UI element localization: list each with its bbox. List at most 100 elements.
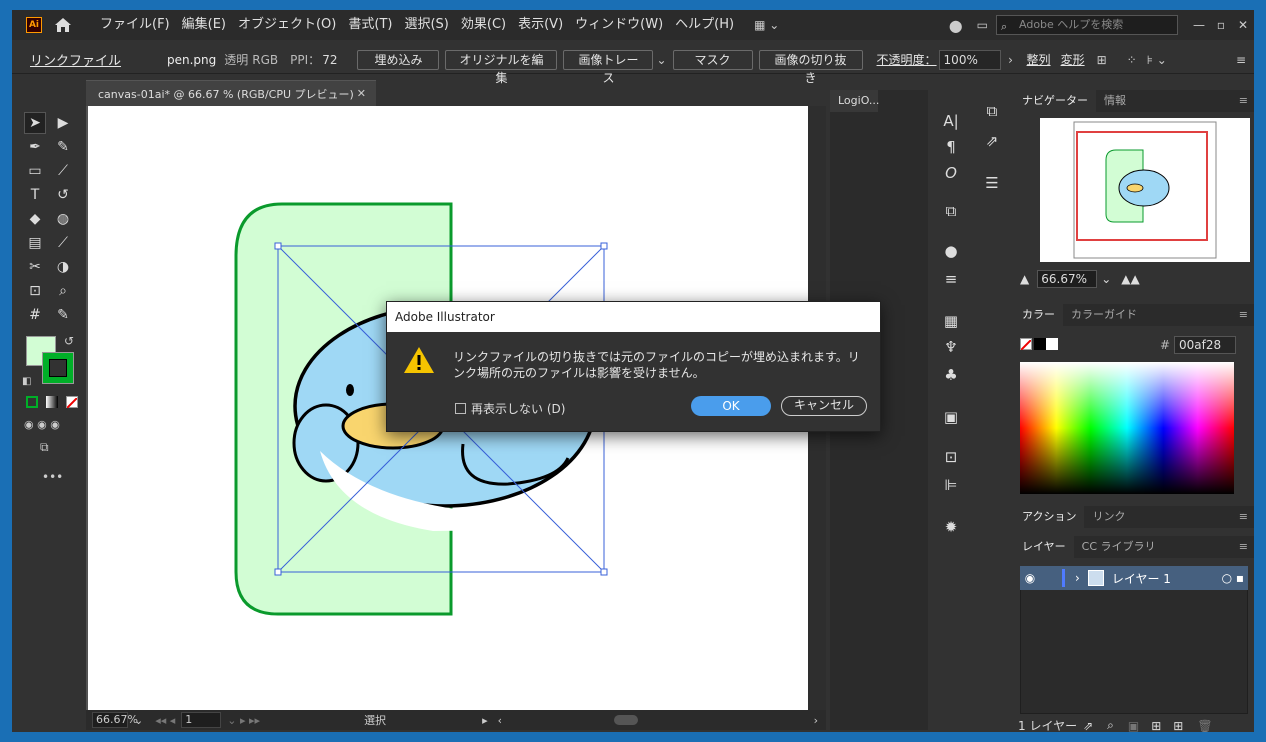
navigator-thumbnail[interactable] — [1040, 118, 1250, 262]
document-tab[interactable]: canvas-01ai* @ 66.67 % (RGB/CPU プレビュー) ✕ — [86, 80, 376, 106]
blend-tool-icon[interactable]: ✂ — [24, 256, 46, 278]
menu-help[interactable]: ヘルプ(H) — [669, 10, 740, 40]
eyedropper-tool-icon[interactable]: ⟋ — [52, 232, 74, 254]
trace-options-chevron-icon[interactable]: ⌄ — [656, 53, 666, 67]
eraser-tool-icon[interactable]: ◆ — [24, 208, 46, 230]
maximize-button[interactable]: ▫ — [1210, 18, 1232, 32]
align-panel-icon[interactable]: ⊫ — [932, 476, 970, 494]
stroke-panel-icon[interactable]: ≡ — [932, 270, 970, 288]
character-panel-icon[interactable]: A| — [932, 112, 970, 130]
close-tab-icon[interactable]: ✕ — [357, 87, 366, 100]
warp-tool-icon[interactable]: ◍ — [52, 208, 74, 230]
more-tools-icon[interactable]: ••• — [42, 470, 63, 484]
transform-panel-icon[interactable]: ⊡ — [932, 448, 970, 466]
draw-mode-icons[interactable]: ◉ ◉ ◉ — [24, 418, 60, 431]
paragraph-panel-icon[interactable]: ¶ — [932, 138, 970, 156]
gradient-panel-icon[interactable]: ▣ — [932, 408, 970, 426]
menu-file[interactable]: ファイル(F) — [94, 10, 176, 40]
logi-tab[interactable]: LogiO... — [830, 90, 879, 112]
ok-button[interactable]: OK — [691, 396, 771, 416]
export-panel-icon[interactable]: ⇗ — [974, 132, 1010, 150]
zoom-dropdown-icon[interactable]: ⌄ — [134, 714, 143, 727]
zoom-out-icon[interactable]: ▲ — [1020, 272, 1029, 286]
menu-edit[interactable]: 編集(E) — [176, 10, 232, 40]
cancel-button[interactable]: キャンセル — [781, 396, 867, 416]
checkbox-box[interactable] — [455, 403, 466, 414]
pathfinder-panel-icon[interactable]: ⧉ — [932, 202, 970, 220]
crop-image-button[interactable]: 画像の切り抜き — [758, 49, 863, 85]
color-menu-icon[interactable]: ≡ — [1231, 304, 1254, 326]
horizontal-scroll-thumb[interactable] — [614, 715, 638, 725]
curvature-tool-icon[interactable]: ✎ — [52, 136, 74, 158]
layer-row[interactable]: ◉ › レイヤー 1 ○ ▪ — [1020, 566, 1248, 590]
color-mode-icon[interactable] — [26, 396, 38, 408]
embed-button[interactable]: 埋め込み — [357, 49, 440, 70]
align-link[interactable]: 整列 — [1027, 51, 1051, 68]
mesh-tool-icon[interactable]: # — [24, 304, 46, 326]
layer-name[interactable]: レイヤー 1 — [1112, 570, 1171, 587]
opacity-field[interactable]: 100% — [938, 49, 1001, 70]
symbols-panel-icon[interactable]: ♣ — [932, 366, 970, 384]
navigator-menu-icon[interactable]: ≡ — [1231, 90, 1254, 112]
artboards-panel-icon[interactable]: ⧉ — [974, 102, 1010, 120]
new-layer-icon[interactable]: ⊞ — [1173, 719, 1183, 733]
dont-show-again-checkbox[interactable]: 再表示しない (D) — [455, 400, 565, 417]
gradient-mode-icon[interactable] — [46, 396, 58, 408]
properties-panel-icon[interactable]: ☰ — [974, 174, 1010, 192]
pen-tool-icon[interactable]: ✒ — [24, 136, 46, 158]
menu-type[interactable]: 書式(T) — [342, 10, 398, 40]
menu-view[interactable]: 表示(V) — [512, 10, 569, 40]
transform-link[interactable]: 変形 — [1061, 51, 1085, 68]
expand-layer-icon[interactable]: › — [1075, 571, 1080, 585]
tab-links[interactable]: リンク — [1084, 506, 1133, 528]
navigator-zoom-field[interactable]: 66.67% — [1037, 270, 1098, 288]
workspace-switcher-icon[interactable]: ▦ ⌄ — [754, 18, 779, 32]
zoom-tool-icon[interactable]: ⌕ — [52, 280, 74, 302]
tab-layers[interactable]: レイヤー — [1014, 536, 1074, 558]
scroll-left-icon[interactable]: ‹ — [498, 714, 502, 727]
tab-color[interactable]: カラー — [1014, 304, 1063, 326]
filename-label[interactable]: pen.png — [167, 53, 216, 67]
opentype-panel-icon[interactable]: O — [932, 164, 970, 182]
white-color-swatch[interactable] — [1046, 338, 1058, 350]
align-options-icon[interactable]: ⊧ ⌄ — [1147, 53, 1167, 67]
swatches-panel-icon[interactable]: ▦ — [932, 312, 970, 330]
brushes-panel-icon[interactable]: ♆ — [932, 338, 970, 356]
transparency-panel-icon[interactable]: ● — [932, 242, 970, 260]
tab-navigator[interactable]: ナビゲーター — [1014, 90, 1096, 112]
layers-menu-icon[interactable]: ≡ — [1231, 536, 1254, 558]
paint-bucket-tool-icon[interactable]: ✎ — [52, 304, 74, 326]
actions-menu-icon[interactable]: ≡ — [1231, 506, 1254, 528]
tab-actions[interactable]: アクション — [1014, 506, 1085, 528]
direct-selection-tool-icon[interactable]: ▶ — [52, 112, 74, 134]
help-search-input[interactable]: ⌕ Adobe ヘルプを検索 — [996, 15, 1178, 35]
none-mode-icon[interactable] — [66, 396, 78, 409]
visibility-eye-icon[interactable]: ◉ — [1020, 571, 1040, 585]
artboard-next-icon[interactable]: ⌄ ▸ ▸▸ — [227, 714, 260, 727]
image-trace-button[interactable]: 画像トレース — [563, 49, 654, 85]
paintbrush-tool-icon[interactable]: ⟋ — [52, 160, 74, 182]
linked-file-label[interactable]: リンクファイル — [30, 50, 121, 69]
zoom-field[interactable]: 66.67% — [92, 712, 138, 728]
status-menu-icon[interactable]: ▸ — [482, 714, 488, 727]
tab-cc-libraries[interactable]: CC ライブラリ — [1074, 536, 1164, 558]
appearance-panel-icon[interactable]: ✹ — [932, 518, 970, 536]
none-color-icon[interactable] — [1020, 338, 1032, 351]
export-for-screens-icon[interactable]: ⇗ — [1083, 719, 1093, 733]
stroke-swatch[interactable] — [42, 352, 74, 384]
type-tool-icon[interactable]: T — [24, 184, 46, 206]
delete-layer-icon[interactable]: 🗑 — [1197, 719, 1212, 733]
navigator-zoom-dropdown-icon[interactable]: ⌄ — [1101, 272, 1111, 286]
crop-handles-icon[interactable]: ⊞ — [1097, 53, 1107, 67]
zoom-in-icon[interactable]: ▲▲ — [1121, 272, 1139, 286]
panel-toggle-icon[interactable]: ▭ — [977, 18, 988, 32]
opacity-arrow-icon[interactable]: › — [1003, 53, 1019, 67]
distribute-icon[interactable]: ⁘ — [1127, 53, 1137, 67]
black-color-swatch[interactable] — [1034, 338, 1046, 350]
control-menu-icon[interactable]: ≡ — [1236, 53, 1246, 67]
selection-tool-icon[interactable]: ➤ — [24, 112, 46, 134]
opacity-label[interactable]: 不透明度： — [877, 51, 937, 68]
shape-builder-tool-icon[interactable]: ◑ — [52, 256, 74, 278]
layer-target-icon[interactable]: ○ ▪ — [1222, 571, 1244, 585]
artboard-field[interactable]: 1 — [181, 712, 222, 728]
